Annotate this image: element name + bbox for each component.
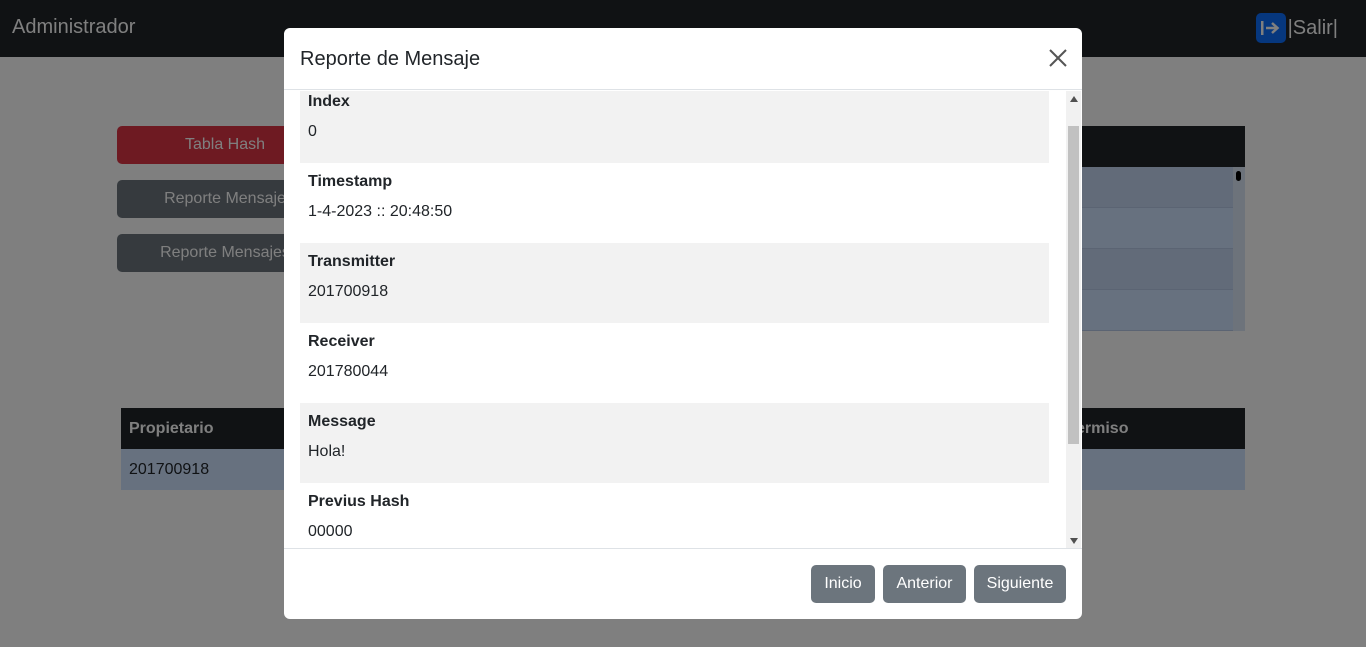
previous-button[interactable]: Anterior [883,565,966,603]
field-value: 0 [308,123,317,140]
field-value: 00000 [308,523,353,540]
field-label: Transmitter [308,253,396,270]
field-receiver: Receiver 201780044 [300,323,1049,403]
field-label: Previus Hash [308,493,410,510]
field-message: Message Hola! [300,403,1049,483]
field-transmitter: Transmitter 201700918 [300,243,1049,323]
close-icon[interactable] [1048,48,1068,68]
field-index: Index 0 [300,91,1049,163]
field-label: Index [308,93,350,110]
modal-title: Reporte de Mensaje [300,48,481,70]
modal-footer: Inicio Anterior Siguiente [284,548,1082,619]
next-button[interactable]: Siguiente [974,565,1066,603]
field-value: Hola! [308,443,346,460]
field-timestamp: Timestamp 1-4-2023 :: 20:48:50 [300,163,1049,243]
modal-scroll-thumb[interactable] [1068,126,1079,444]
message-report-modal: Reporte de Mensaje Index 0 Timestamp 1-4… [284,28,1082,619]
scroll-up-arrow-icon[interactable] [1066,91,1081,106]
field-value: 1-4-2023 :: 20:48:50 [308,203,453,220]
modal-scrollbar[interactable] [1066,91,1081,548]
field-label: Timestamp [308,173,393,190]
scroll-down-arrow-icon[interactable] [1066,533,1081,548]
field-label: Receiver [308,333,375,350]
modal-body: Index 0 Timestamp 1-4-2023 :: 20:48:50 T… [300,91,1049,548]
field-value: 201780044 [308,363,389,380]
field-previous-hash: Previus Hash 00000 [300,483,1049,548]
field-value: 201700918 [308,283,389,300]
first-button[interactable]: Inicio [811,565,875,603]
field-label: Message [308,413,376,430]
modal-header: Reporte de Mensaje [284,28,1082,90]
